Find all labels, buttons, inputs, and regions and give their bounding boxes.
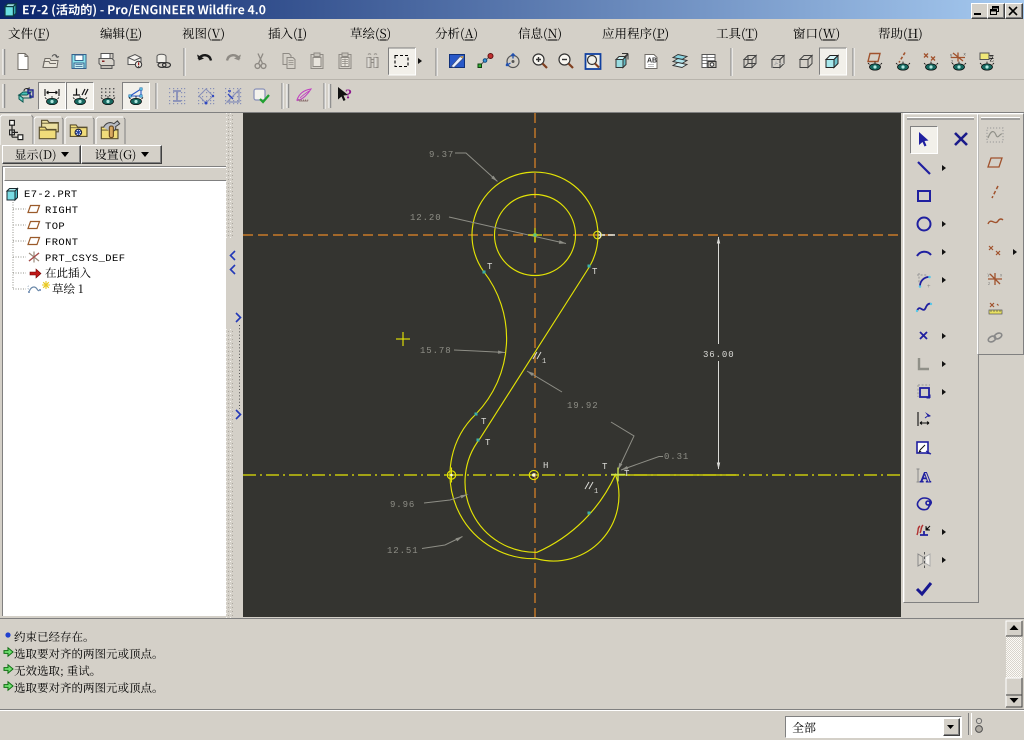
svg-text:12.20: 12.20 <box>410 213 442 223</box>
svg-text:+: + <box>927 284 931 290</box>
svg-text:1: 1 <box>542 358 546 366</box>
svg-text:y: y <box>950 53 953 58</box>
svg-text:x: x <box>964 52 967 57</box>
svg-text:z: z <box>988 281 991 286</box>
svg-text:?: ? <box>345 88 352 103</box>
svg-text:1: 1 <box>594 488 598 496</box>
svg-text:19.92: 19.92 <box>567 401 599 411</box>
svg-text:E7-2.PRT: E7-2.PRT <box>24 189 78 201</box>
svg-text:0.31: 0.31 <box>664 452 689 462</box>
svg-text:A: A <box>920 470 931 486</box>
svg-text:TOP: TOP <box>45 221 65 233</box>
svg-text:36.00: 36.00 <box>703 350 735 360</box>
svg-text:T: T <box>481 417 487 427</box>
svg-text:H: H <box>543 461 548 471</box>
svg-text:9.37: 9.37 <box>429 150 454 160</box>
svg-text:x: x <box>1000 273 1003 278</box>
svg-text:T: T <box>485 438 491 448</box>
svg-text:AB: AB <box>647 58 657 65</box>
svg-text:15.78: 15.78 <box>420 346 452 356</box>
svg-text:PRT_CSYS_DEF: PRT_CSYS_DEF <box>45 253 125 265</box>
svg-text:Z: Z <box>990 56 994 64</box>
svg-text:RIGHT: RIGHT <box>45 205 79 217</box>
svg-text:12.51: 12.51 <box>387 546 419 556</box>
svg-text:9.96: 9.96 <box>390 500 415 510</box>
svg-text:T: T <box>602 462 608 472</box>
svg-text:T: T <box>592 267 598 277</box>
svg-text:T: T <box>487 262 493 272</box>
svg-text:FRONT: FRONT <box>45 237 79 249</box>
